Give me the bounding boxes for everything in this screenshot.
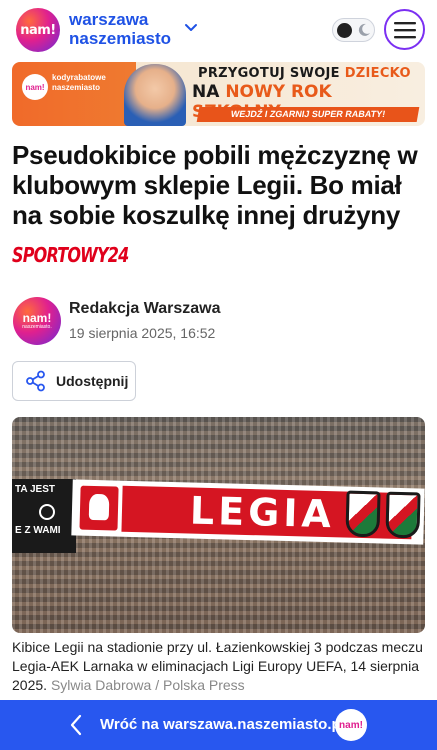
- author-avatar[interactable]: nam! naszemiasto.: [13, 297, 61, 345]
- moon-icon: [358, 23, 370, 36]
- banner-text: LEGIA: [189, 488, 336, 537]
- menu-button[interactable]: [384, 9, 425, 50]
- photo-caption: Kibice Legii na stadionie przy ul. Łazie…: [12, 638, 425, 695]
- back-to-site-bar[interactable]: Wróć na warszawa.naszemiasto.pl nam!: [0, 700, 437, 750]
- brand-line-2: naszemiasto: [69, 29, 172, 48]
- flag-text-2: E Z WAMI: [15, 525, 61, 536]
- brand-name[interactable]: warszawa naszemiasto: [69, 10, 171, 48]
- hamburger-icon: [393, 21, 416, 38]
- ad-brand-line-1: kodyrabatowe: [52, 73, 106, 82]
- flag-text-1: TA JEST: [15, 484, 56, 495]
- ad-child-image: [124, 64, 186, 126]
- site-header: nam! warszawa naszemiasto: [0, 0, 437, 60]
- share-icon: [26, 370, 45, 392]
- avatar-text-1: nam!: [22, 310, 52, 325]
- brand-line-1: warszawa: [69, 10, 149, 29]
- legia-crest-icon: [345, 490, 381, 538]
- article-title: Pseudokibice pobili mężczyznę w klubowym…: [12, 140, 418, 230]
- legia-crest-icon: [385, 491, 421, 539]
- flag-emblem: [39, 504, 55, 520]
- nam-badge[interactable]: nam!: [335, 709, 367, 741]
- site-logo[interactable]: nam!: [16, 8, 60, 52]
- share-label: Udostępnij: [56, 373, 129, 389]
- publish-date: 19 sierpnia 2025, 16:52: [69, 325, 216, 341]
- fan-flag: TA JEST E Z WAMI: [12, 479, 76, 553]
- toggle-knob: [337, 23, 352, 38]
- ad-badge: nam!: [22, 74, 48, 100]
- polish-eagle-emblem: [79, 485, 119, 531]
- theme-toggle[interactable]: [332, 18, 375, 42]
- avatar-text-2: naszemiasto.: [22, 323, 52, 330]
- ad-banner[interactable]: nam! kodyrabatowe naszemiasto PRZYGOTUJ …: [12, 62, 425, 126]
- share-button[interactable]: Udostępnij: [12, 361, 136, 401]
- ad-headline-1: PRZYGOTUJ SWOJE DZIECKO: [198, 66, 411, 81]
- author-name[interactable]: Redakcja Warszawa: [69, 300, 220, 318]
- logo-text: nam!: [20, 22, 56, 38]
- ad-headline-1a: PRZYGOTUJ SWOJE: [198, 66, 345, 81]
- back-link[interactable]: Wróć na warszawa.naszemiasto.pl: [100, 716, 345, 733]
- ad-brand: kodyrabatowe naszemiasto: [52, 73, 106, 93]
- ad-headline-1b: DZIECKO: [344, 66, 411, 81]
- ad-headline-2a: NA: [192, 82, 226, 102]
- article-photo[interactable]: TA JEST E Z WAMI LEGIA: [12, 417, 425, 633]
- nam-badge-text: nam!: [339, 719, 363, 731]
- legia-banner: LEGIA: [71, 479, 425, 545]
- chevron-down-icon[interactable]: [183, 20, 199, 36]
- ad-cta[interactable]: WEJDŹ I ZGARNIJ SUPER RABATY!: [196, 107, 420, 122]
- source-logo[interactable]: SPORTOWY24: [12, 243, 129, 267]
- chevron-left-icon[interactable]: [68, 714, 84, 736]
- ad-brand-line-2: naszemiasto: [52, 83, 101, 92]
- photo-credit: Sylwia Dabrowa / Polska Press: [50, 677, 245, 693]
